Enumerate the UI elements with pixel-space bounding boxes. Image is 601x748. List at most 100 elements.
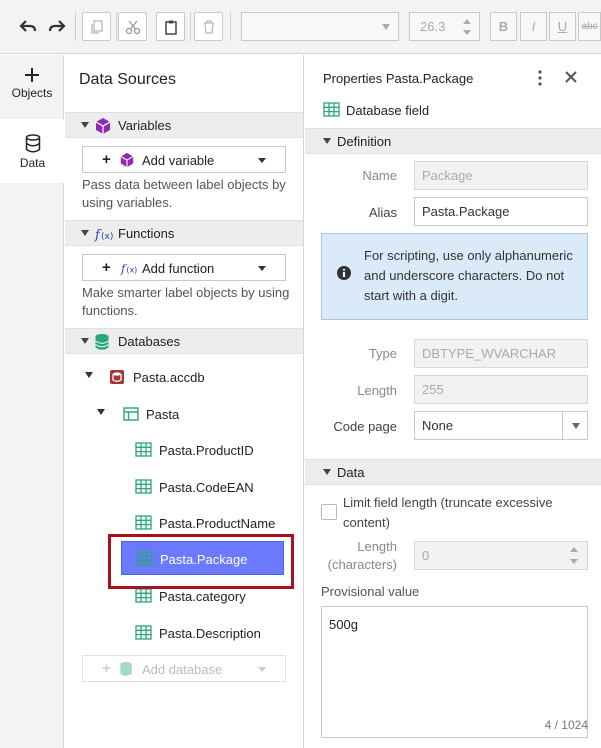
undo-button[interactable] xyxy=(13,12,42,41)
add-variable-label: Add variable xyxy=(142,153,215,168)
collapse-triangle-icon[interactable] xyxy=(323,138,331,144)
copy-button[interactable] xyxy=(82,12,111,41)
section-header-functions[interactable]: f (x) Functions xyxy=(65,220,303,246)
tree-item-field[interactable]: Pasta.Description xyxy=(120,619,284,647)
close-icon[interactable] xyxy=(563,69,579,85)
code-page-value: None xyxy=(422,418,454,433)
field-grid-icon xyxy=(135,625,152,640)
collapse-triangle-icon[interactable] xyxy=(81,122,89,128)
undo-icon xyxy=(18,19,36,32)
collapse-triangle-icon[interactable] xyxy=(97,409,105,415)
alias-field[interactable]: Pasta.Package xyxy=(414,197,588,226)
redo-button[interactable] xyxy=(42,12,71,41)
tree-item-field[interactable]: Pasta.ProductName xyxy=(120,509,284,537)
section-header-databases[interactable]: Databases xyxy=(65,328,303,354)
scissors-icon xyxy=(125,20,140,34)
access-database-icon xyxy=(110,370,124,384)
tree-item-table[interactable]: Pasta xyxy=(82,400,282,428)
chevron-down-icon xyxy=(258,266,266,271)
panel-title: Data Sources xyxy=(79,71,176,88)
collapse-triangle-icon[interactable] xyxy=(323,469,331,475)
toolbar-divider xyxy=(116,12,117,41)
section-title: Data xyxy=(337,465,365,480)
redo-icon xyxy=(48,19,66,32)
function-icon: f (x) xyxy=(120,261,137,275)
info-message: For scripting, use only alphanumeric and… xyxy=(321,233,588,320)
more-options-icon[interactable] xyxy=(535,69,545,87)
cut-button[interactable] xyxy=(118,12,147,41)
selection-highlight-outline xyxy=(108,534,294,589)
tree-item-label: Pasta.ProductName xyxy=(159,516,276,531)
underline-button[interactable]: U xyxy=(549,12,576,41)
plus-icon: + xyxy=(102,259,111,276)
field-grid-icon xyxy=(135,515,152,530)
tree-item-label: Pasta.ProductID xyxy=(159,443,254,458)
section-header-data[interactable]: Data xyxy=(305,459,601,485)
section-title: Variables xyxy=(118,118,172,133)
rail-item-label: Objects xyxy=(11,86,53,100)
arrow-up-icon[interactable] xyxy=(463,19,471,24)
italic-button[interactable]: I xyxy=(520,12,547,41)
limit-length-checkbox[interactable] xyxy=(321,504,337,520)
select-divider xyxy=(562,412,563,439)
rail-item-data[interactable]: Data xyxy=(0,119,65,183)
length-characters-label: Length (characters) xyxy=(305,538,397,574)
clipboard-icon xyxy=(164,20,177,35)
character-counter: 4 / 1024 xyxy=(544,718,588,732)
side-rail: Objects Data xyxy=(0,55,65,748)
length-label: Length xyxy=(357,383,397,398)
add-database-label: Add database xyxy=(142,662,223,677)
cube-icon xyxy=(95,118,111,134)
cube-icon xyxy=(120,152,134,168)
type-label: Type xyxy=(368,346,397,361)
chevron-down-icon xyxy=(382,24,390,30)
field-grid-icon xyxy=(135,442,152,457)
variables-description: Pass data between label objects by using… xyxy=(82,177,286,210)
type-field: DBTYPE_WVARCHAR xyxy=(414,339,588,368)
info-icon xyxy=(337,266,351,280)
section-header-definition[interactable]: Definition xyxy=(305,128,601,154)
properties-panel: Properties Pasta.Package Database field … xyxy=(305,55,601,748)
collapse-triangle-icon[interactable] xyxy=(81,230,89,236)
length-characters-label-line2: (characters) xyxy=(327,557,397,572)
section-title: Databases xyxy=(118,334,181,349)
section-header-variables[interactable]: Variables xyxy=(65,112,303,138)
functions-description: Make smarter label objects by using func… xyxy=(82,285,290,318)
properties-title: Properties Pasta.Package xyxy=(323,71,473,86)
database-icon xyxy=(25,134,40,153)
font-family-select[interactable] xyxy=(241,12,399,41)
toolbar-divider xyxy=(75,12,76,41)
bold-button[interactable]: B xyxy=(490,12,517,41)
strikethrough-button[interactable]: abc xyxy=(578,12,601,41)
length-characters-value: 0 xyxy=(422,548,430,563)
toolbar-divider xyxy=(230,12,231,41)
svg-text:(x): (x) xyxy=(101,232,113,242)
add-variable-button[interactable]: + Add variable xyxy=(82,146,286,173)
name-label: Name xyxy=(362,168,397,183)
paste-button[interactable] xyxy=(156,12,185,41)
tree-item-field[interactable]: Pasta.ProductID xyxy=(120,436,284,464)
properties-title-prefix: Properties xyxy=(323,71,383,86)
code-page-select[interactable]: None xyxy=(414,411,588,440)
info-text: For scripting, use only alphanumeric and… xyxy=(364,248,573,303)
tree-item-field[interactable]: Pasta.CodeEAN xyxy=(120,473,284,501)
plus-icon: + xyxy=(102,151,111,168)
function-icon: f (x) xyxy=(94,228,113,243)
arrow-down-icon[interactable] xyxy=(463,30,471,35)
add-database-button[interactable]: + Add database xyxy=(82,655,286,682)
delete-button[interactable] xyxy=(194,12,223,41)
svg-text:(x): (x) xyxy=(126,265,137,274)
add-function-button[interactable]: + f (x) Add function xyxy=(82,254,286,281)
limit-length-label: Limit field length (truncate excessive c… xyxy=(343,495,553,530)
tree-item-label: Pasta.category xyxy=(159,589,246,604)
field-grid-icon xyxy=(135,479,152,494)
alias-label: Alias xyxy=(368,205,397,220)
tree-item-database[interactable]: Pasta.accdb xyxy=(82,363,282,391)
font-size-stepper[interactable]: 26.3 xyxy=(409,12,480,41)
font-size-value: 26.3 xyxy=(420,19,446,34)
trash-icon xyxy=(203,19,214,34)
collapse-triangle-icon[interactable] xyxy=(81,338,89,344)
table-icon xyxy=(123,407,139,421)
database-icon xyxy=(95,334,109,350)
collapse-triangle-icon[interactable] xyxy=(85,372,93,378)
